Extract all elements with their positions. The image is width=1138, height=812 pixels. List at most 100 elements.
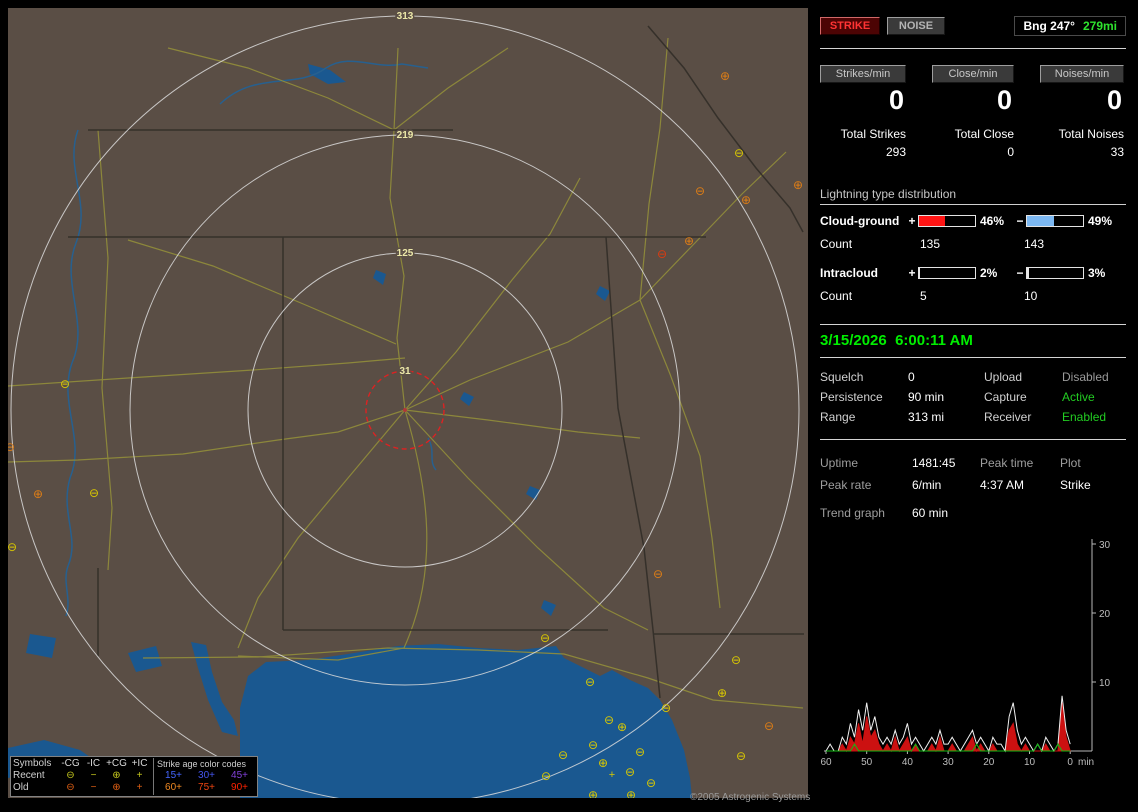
capture-label: Capture [984, 390, 1027, 404]
distribution-title: Lightning type distribution [820, 187, 1126, 205]
svg-text:min: min [1078, 757, 1094, 768]
svg-text:⊕: ⊕ [720, 69, 730, 83]
svg-text:⊖: ⊖ [541, 769, 551, 783]
svg-text:⊖: ⊖ [646, 776, 656, 790]
svg-text:60: 60 [820, 757, 832, 768]
peak-time-value: 4:37 AM [980, 478, 1025, 492]
legend-old-row: Old ⊖ − ⊕ + [13, 782, 151, 794]
total-noises-label: Total Noises [1058, 127, 1124, 141]
positive-sign: + [908, 265, 916, 280]
svg-text:⊕: ⊕ [741, 193, 751, 207]
cg-negative-count: 143 [1024, 237, 1045, 251]
svg-text:⊖: ⊖ [736, 749, 746, 763]
total-close-label: Total Close [954, 127, 1014, 141]
age-code-15: 15+ [165, 770, 182, 781]
negative-sign: − [1016, 265, 1024, 280]
cg-negative-bar [1026, 214, 1084, 227]
neg-cg-symbol-icon: ⊖ [66, 782, 75, 793]
lightning-map[interactable]: 313 219 125 31 ⊕ ⊖ ⊖ ⊕ ⊕ ⊕ ⊖ ⊖ ⊖ ⊕ ⊖ ⊖ ⊖ ⊖ ⊖ ⊖ ⊕ ⊖ ⊕ ⊖ ⊖ ⊖ ⊖ + ⊖ ⊖ ⊖ ⊖… [8, 8, 808, 798]
capture-status: Active [1062, 390, 1095, 404]
svg-text:⊖: ⊖ [588, 738, 598, 752]
bearing-label: Bng 247° [1023, 19, 1075, 33]
persistence-label: Persistence [820, 390, 883, 404]
legend-age-title: Strike age color codes [157, 759, 247, 769]
total-close-value: 0 [1007, 145, 1014, 159]
settings-block: Squelch 0 Upload Disabled Persistence 90… [820, 367, 1126, 427]
noises-per-min-button[interactable]: Noises/min [1040, 65, 1124, 83]
range-label: Range [820, 410, 856, 424]
peak-rate-value: 6/min [912, 478, 942, 492]
age-code-30: 30+ [198, 770, 215, 781]
svg-text:⊖: ⊖ [625, 765, 635, 779]
svg-text:⊕: ⊕ [684, 234, 694, 248]
totals-row: Total Strikes 293 Total Close 0 Total No… [820, 127, 1126, 159]
svg-text:40: 40 [902, 757, 914, 768]
noises-per-min-value: 0 [1106, 85, 1122, 115]
age-code-90: 90+ [231, 782, 248, 793]
svg-text:⊕: ⊕ [626, 788, 636, 798]
close-per-min-button[interactable]: Close/min [932, 65, 1014, 83]
svg-text:⊖: ⊖ [8, 440, 15, 454]
svg-text:⊖: ⊖ [734, 146, 744, 160]
close-per-min-value: 0 [996, 85, 1012, 115]
receiver-status: Enabled [1062, 410, 1107, 424]
neg-cg-symbol-icon: ⊖ [66, 770, 75, 781]
plot-label: Plot [1060, 456, 1081, 470]
legend-old-label: Old [13, 782, 29, 793]
intracloud-row: Intracloud + 2% − 3% [820, 265, 1126, 280]
svg-text:219: 219 [397, 130, 414, 141]
svg-text:⊖: ⊖ [585, 675, 595, 689]
svg-text:125: 125 [397, 248, 414, 259]
positive-sign: + [908, 213, 916, 228]
pos-cg-symbol-icon: ⊕ [112, 770, 121, 781]
svg-text:⊖: ⊖ [60, 377, 70, 391]
svg-text:⊖: ⊖ [635, 745, 645, 759]
map-canvas[interactable]: 31321912531 ⊕⊖⊖⊕⊕⊕⊖⊖⊖⊕ ⊖⊖⊖⊖⊖⊖⊕⊖ ⊕ ⊖⊖ ⊖⊖+⊖ ⊖⊖⊖… [8, 8, 808, 798]
svg-text:⊖: ⊖ [540, 631, 550, 645]
legend-col-neg-ic: -IC [86, 758, 101, 769]
cg-positive-pct: 46% [980, 213, 1005, 228]
ic-positive-bar [918, 266, 976, 279]
cloud-ground-count-row: Count 135 143 [820, 237, 1126, 252]
upload-label: Upload [984, 370, 1023, 384]
noise-indicator-button[interactable]: NOISE [887, 17, 945, 35]
plot-value: Strike [1060, 478, 1091, 492]
peak-time-label: Peak time [980, 456, 1034, 470]
indicator-bar: STRIKE NOISE Bng 247° 279mi [820, 16, 1126, 36]
persistence-value: 90 min [908, 390, 945, 404]
pos-cg-symbol-icon: ⊕ [112, 782, 121, 793]
cloud-ground-row: Cloud-ground + 46% − 49% [820, 213, 1126, 228]
stormvue-window: 313 219 125 31 ⊕ ⊖ ⊖ ⊕ ⊕ ⊕ ⊖ ⊖ ⊖ ⊕ ⊖ ⊖ ⊖ ⊖ ⊖ ⊖ ⊕ ⊖ ⊕ ⊖ ⊖ ⊖ ⊖ + ⊖ ⊖ ⊖ ⊖… [0, 0, 1138, 812]
copyright-text: ©2005 Astrogenic Systems [690, 792, 811, 803]
strikes-per-min-button[interactable]: Strikes/min [820, 65, 906, 83]
count-label: Count [820, 289, 853, 303]
svg-text:⊕: ⊕ [598, 756, 608, 770]
svg-text:⊖: ⊖ [604, 713, 614, 727]
count-label: Count [820, 237, 853, 251]
legend-recent-row: Recent ⊖ − ⊕ + [13, 770, 151, 782]
legend-recent-label: Recent [13, 770, 45, 781]
legend-col-neg-cg: -CG [61, 758, 80, 769]
strikes-per-min-value: 0 [888, 85, 904, 115]
strike-indicator-button[interactable]: STRIKE [820, 17, 880, 35]
svg-text:⊖: ⊖ [8, 540, 17, 554]
svg-text:⊖: ⊖ [657, 247, 667, 261]
uptime-label: Uptime [820, 456, 859, 470]
svg-text:⊕: ⊕ [588, 788, 598, 798]
range-value: 313 mi [908, 410, 945, 424]
negative-sign: − [1016, 213, 1024, 228]
total-noises-value: 33 [1110, 145, 1124, 159]
cg-negative-pct: 49% [1088, 213, 1113, 228]
bearing-range: 279mi [1082, 19, 1117, 33]
divider [820, 357, 1126, 358]
sensor-location-marker [403, 408, 407, 412]
svg-text:50: 50 [861, 757, 873, 768]
ic-positive-pct: 2% [980, 265, 998, 280]
control-panel: STRIKE NOISE Bng 247° 279mi Strikes/min … [816, 8, 1130, 804]
strikes-per-min-counter: Strikes/min 0 [820, 65, 906, 115]
pos-ic-symbol-icon: + [136, 770, 143, 781]
ic-negative-bar [1026, 266, 1084, 279]
legend-header-row: Symbols -CG -IC +CG +IC [13, 758, 151, 770]
age-code-75: 75+ [198, 782, 215, 793]
total-strikes-label: Total Strikes [840, 127, 906, 141]
